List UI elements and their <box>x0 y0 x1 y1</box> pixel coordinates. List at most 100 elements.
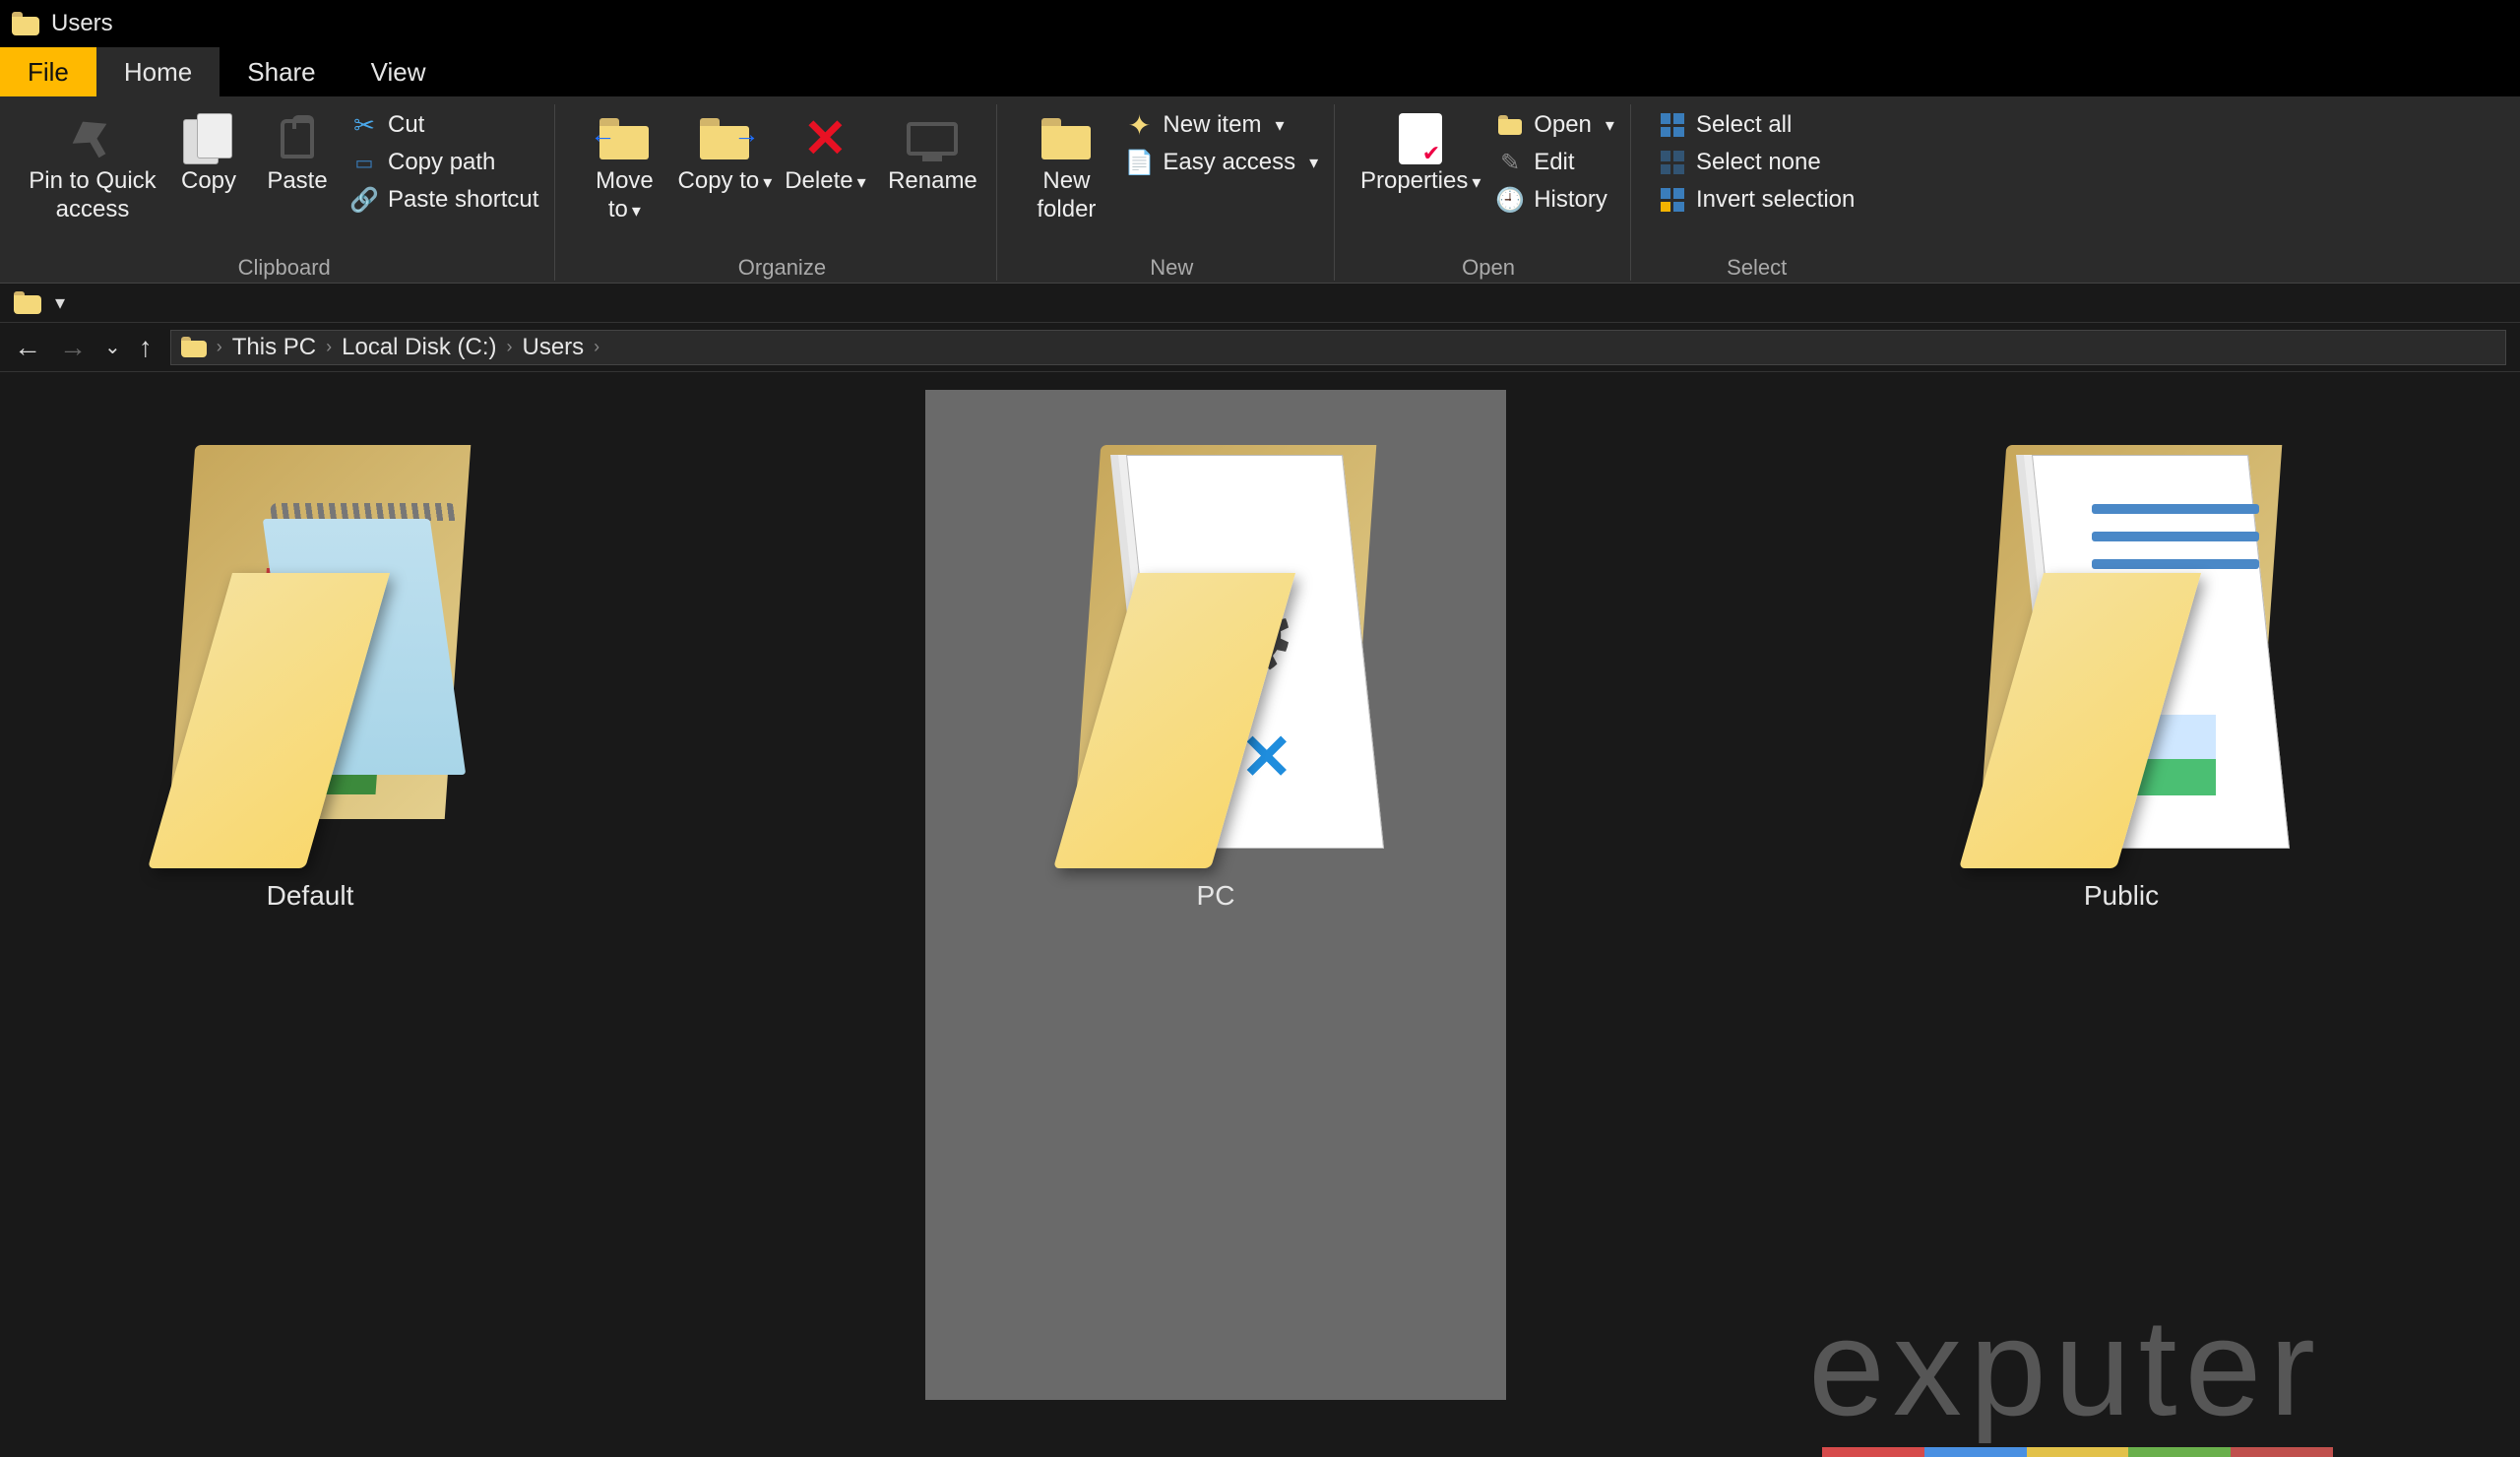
select-all-button[interactable]: Select all <box>1653 108 1860 142</box>
delete-icon: ✕ <box>803 112 848 165</box>
forward-button[interactable]: → <box>59 332 87 363</box>
copy-label: Copy <box>181 167 236 196</box>
group-label-select: Select <box>1727 251 1787 281</box>
folder-icon <box>133 415 487 868</box>
properties-button[interactable]: Properties▾ <box>1356 104 1484 196</box>
open-label: Open <box>1534 111 1592 139</box>
invert-label: Invert selection <box>1696 186 1855 214</box>
cut-button[interactable]: ✂ Cut <box>345 108 544 142</box>
group-clipboard: Pin to Quick access Copy Paste ✂ Cut ▭ Cop… <box>14 104 555 281</box>
address-bar: ← → ⌄ ↑ › This PC› Local Disk (C:)› User… <box>0 323 2520 372</box>
open-button[interactable]: Open▾ <box>1490 108 1620 142</box>
folder-icon <box>1944 415 2299 868</box>
select-none-button[interactable]: Select none <box>1653 146 1860 179</box>
history-button[interactable]: 🕘 History <box>1490 183 1620 217</box>
rename-label: Rename <box>888 167 977 196</box>
pin-icon <box>66 112 120 166</box>
group-label-new: New <box>1150 251 1193 281</box>
paste-label: Paste <box>267 167 327 196</box>
copy-path-button[interactable]: ▭ Copy path <box>345 146 544 179</box>
move-to-button[interactable]: ← Move to▾ <box>577 104 671 224</box>
paste-shortcut-button[interactable]: 🔗Paste shortcut <box>345 183 544 217</box>
quick-access-toolbar: ▾ <box>0 284 2520 323</box>
edit-icon: ✎ <box>1496 149 1524 176</box>
ribbon: Pin to Quick access Copy Paste ✂ Cut ▭ Cop… <box>0 96 2520 284</box>
history-icon: 🕘 <box>1496 186 1524 214</box>
folder-item-pc[interactable]: ⚙ ✕ PC <box>925 390 1506 1400</box>
chevron-right-icon: › <box>217 337 222 357</box>
tab-share[interactable]: Share <box>220 47 343 96</box>
breadcrumb-drive[interactable]: Local Disk (C:)› <box>342 334 512 361</box>
edit-label: Edit <box>1534 149 1574 176</box>
group-organize: ← Move to▾ → Copy to▾ ✕ Delete▾ Rename O… <box>567 104 997 281</box>
title-bar: Users <box>0 0 2520 47</box>
folder-label: Default <box>267 880 354 912</box>
breadcrumb-users[interactable]: Users› <box>522 334 599 361</box>
select-all-label: Select all <box>1696 111 1792 139</box>
paste-icon <box>281 119 314 158</box>
move-to-label: Move to▾ <box>577 167 671 224</box>
folder-item-public[interactable]: Public <box>1831 390 2412 1400</box>
cut-label: Cut <box>388 111 424 139</box>
copy-path-icon: ▭ <box>350 149 378 176</box>
copy-to-label: Copy to▾ <box>678 167 773 196</box>
history-label: History <box>1534 186 1607 214</box>
folder-icon: ⚙ ✕ <box>1039 415 1393 868</box>
copy-button[interactable]: Copy <box>167 104 250 196</box>
group-open: Properties▾ Open▾ ✎ Edit 🕘 History Open <box>1347 104 1631 281</box>
group-label-organize: Organize <box>738 251 826 281</box>
group-select: Select all Select none Invert selection … <box>1643 104 1870 281</box>
group-label-clipboard: Clipboard <box>238 251 331 281</box>
paste-button[interactable]: Paste <box>256 104 339 196</box>
new-item-icon: ✦ <box>1125 111 1153 139</box>
tab-view[interactable]: View <box>344 47 454 96</box>
select-none-label: Select none <box>1696 149 1821 176</box>
properties-icon <box>1399 113 1442 164</box>
breadcrumb-this-pc[interactable]: This PC› <box>232 334 332 361</box>
tab-home[interactable]: Home <box>96 47 220 96</box>
recent-locations-button[interactable]: ⌄ <box>104 335 121 359</box>
folder-icon <box>181 337 207 358</box>
folder-item-default[interactable]: Default <box>20 390 600 1400</box>
copy-to-button[interactable]: → Copy to▾ <box>677 104 772 196</box>
chevron-right-icon: › <box>326 337 332 357</box>
folder-icon <box>14 291 41 315</box>
copy-path-label: Copy path <box>388 149 495 176</box>
chevron-right-icon: › <box>594 337 599 357</box>
move-to-icon: ← <box>599 118 649 159</box>
properties-label: Properties▾ <box>1360 167 1480 196</box>
folder-icon <box>12 12 39 35</box>
up-button[interactable]: ↑ <box>139 332 153 363</box>
open-icon <box>1496 111 1524 139</box>
folder-view[interactable]: Default ⚙ ✕ PC Public exputer <box>0 372 2520 1418</box>
delete-button[interactable]: ✕ Delete▾ <box>778 104 872 196</box>
rename-button[interactable]: Rename <box>878 104 986 196</box>
edit-button[interactable]: ✎ Edit <box>1490 146 1620 179</box>
easy-access-label: Easy access <box>1163 149 1295 176</box>
select-none-icon <box>1659 149 1686 176</box>
new-item-label: New item <box>1163 111 1261 139</box>
group-new: New folder ✦New item▾ 📄Easy access▾ New <box>1009 104 1335 281</box>
delete-label: Delete▾ <box>785 167 865 196</box>
new-folder-button[interactable]: New folder <box>1019 104 1113 224</box>
chevron-right-icon: › <box>506 337 512 357</box>
qat-dropdown-icon[interactable]: ▾ <box>55 290 65 315</box>
scissors-icon: ✂ <box>350 111 378 139</box>
pin-to-quick-access-button[interactable]: Pin to Quick access <box>24 104 161 224</box>
new-folder-label: New folder <box>1019 167 1113 224</box>
group-label-open: Open <box>1462 251 1515 281</box>
breadcrumb-bar[interactable]: › This PC› Local Disk (C:)› Users› <box>170 330 2506 365</box>
invert-selection-button[interactable]: Invert selection <box>1653 183 1860 217</box>
select-all-icon <box>1659 111 1686 139</box>
back-button[interactable]: ← <box>14 332 41 363</box>
pin-label: Pin to Quick access <box>24 167 161 224</box>
tab-file[interactable]: File <box>0 47 96 96</box>
copy-icon <box>183 113 234 164</box>
paste-shortcut-label: Paste shortcut <box>388 186 538 214</box>
ribbon-tabs: File Home Share View <box>0 47 2520 96</box>
copy-to-icon: → <box>700 118 749 159</box>
new-item-button[interactable]: ✦New item▾ <box>1119 108 1324 142</box>
easy-access-button[interactable]: 📄Easy access▾ <box>1119 146 1324 179</box>
new-folder-icon <box>1041 118 1091 159</box>
rename-icon <box>907 122 958 156</box>
